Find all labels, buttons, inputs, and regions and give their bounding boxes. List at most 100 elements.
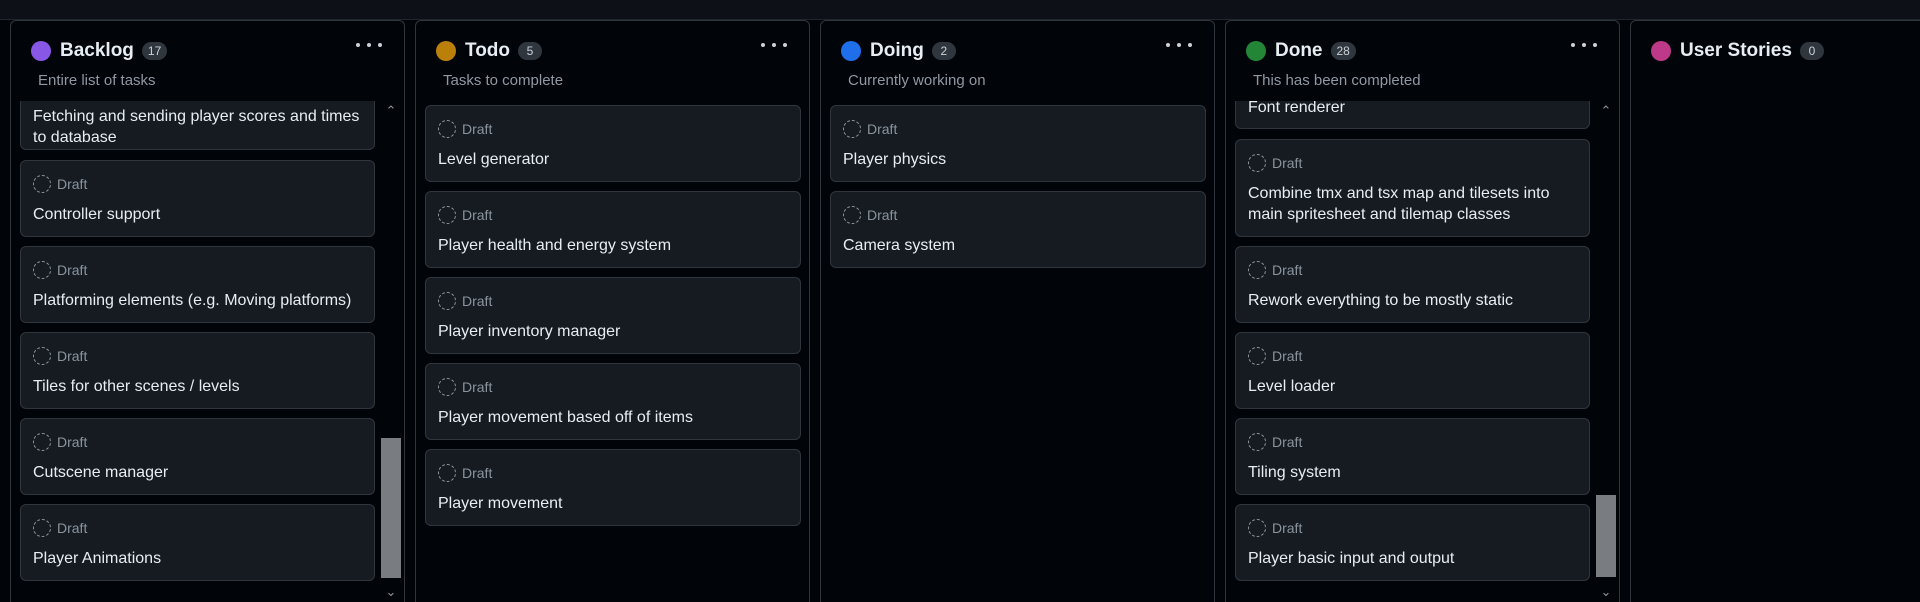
chevron-up-icon[interactable]: ⌃ xyxy=(381,101,401,121)
column-title: Doing xyxy=(870,40,924,61)
item-card[interactable]: Draft Player inventory manager xyxy=(425,277,801,354)
column-backlog: Backlog 17 Entire list of tasks Fetching… xyxy=(10,20,405,602)
column-menu-button[interactable] xyxy=(761,35,787,55)
item-card[interactable]: Draft Player basic input and output xyxy=(1235,504,1590,581)
card-title[interactable]: Fetching and sending player scores and t… xyxy=(33,106,362,148)
card-title[interactable]: Player health and energy system xyxy=(438,235,788,256)
chevron-down-icon[interactable]: ⌄ xyxy=(1596,582,1616,602)
dashed-circle-icon xyxy=(843,120,861,138)
card-title[interactable]: Tiling system xyxy=(1248,462,1577,483)
dashed-circle-icon xyxy=(438,292,456,310)
column-description: Currently working on xyxy=(848,72,986,89)
status-color-icon xyxy=(1651,41,1671,61)
card-title[interactable]: Rework everything to be mostly static xyxy=(1248,290,1577,311)
scroll-track[interactable] xyxy=(1596,121,1616,582)
draft-label: Draft xyxy=(57,434,88,450)
dashed-circle-icon xyxy=(33,433,51,451)
dashed-circle-icon xyxy=(1248,347,1266,365)
column-header: User Stories 0 xyxy=(1631,21,1920,101)
card-title[interactable]: Player Animations xyxy=(33,548,362,569)
item-card[interactable]: Draft Controller support xyxy=(20,160,375,237)
card-title[interactable]: Player physics xyxy=(843,149,1193,170)
dashed-circle-icon xyxy=(33,175,51,193)
draft-label: Draft xyxy=(1272,348,1303,364)
draft-label: Draft xyxy=(1272,520,1303,536)
card-title[interactable]: Controller support xyxy=(33,204,362,225)
column-menu-button[interactable] xyxy=(356,35,382,55)
column-header: Doing 2 Currently working on xyxy=(821,21,1214,101)
item-card[interactable]: Draft Player physics xyxy=(830,105,1206,182)
chevron-up-icon[interactable]: ⌃ xyxy=(1596,101,1616,121)
column-title: Todo xyxy=(465,40,511,61)
draft-label: Draft xyxy=(57,262,88,278)
item-card[interactable]: Draft Rework everything to be mostly sta… xyxy=(1235,246,1590,323)
dashed-circle-icon xyxy=(33,261,51,279)
card-title[interactable]: Combine tmx and tsx map and tilesets int… xyxy=(1248,183,1577,225)
column-header: Todo 5 Tasks to complete xyxy=(416,21,809,101)
column-description: Entire list of tasks xyxy=(38,72,156,89)
dashed-circle-icon xyxy=(1248,433,1266,451)
card-title[interactable]: Platforming elements (e.g. Moving platfo… xyxy=(33,290,362,311)
card-title[interactable]: Level generator xyxy=(438,149,788,170)
item-card[interactable]: Font renderer xyxy=(1235,101,1590,129)
card-title[interactable]: Level loader xyxy=(1248,376,1577,397)
kebab-menu-icon xyxy=(761,43,765,47)
column-scrollbar[interactable]: ⌃ ⌄ xyxy=(381,101,401,602)
card-title[interactable]: Player movement based off of items xyxy=(438,407,788,428)
draft-label: Draft xyxy=(462,379,493,395)
item-card[interactable]: Draft Level generator xyxy=(425,105,801,182)
dashed-circle-icon xyxy=(438,120,456,138)
status-color-icon xyxy=(841,41,861,61)
item-card[interactable]: Draft Cutscene manager xyxy=(20,418,375,495)
draft-label: Draft xyxy=(867,207,898,223)
draft-label: Draft xyxy=(1272,262,1303,278)
status-color-icon xyxy=(1246,41,1266,61)
item-card[interactable]: Draft Player movement xyxy=(425,449,801,526)
dashed-circle-icon xyxy=(1248,261,1266,279)
draft-label: Draft xyxy=(57,348,88,364)
dashed-circle-icon xyxy=(438,206,456,224)
scroll-thumb[interactable] xyxy=(381,438,401,578)
card-title[interactable]: Camera system xyxy=(843,235,1193,256)
dashed-circle-icon xyxy=(33,519,51,537)
card-title[interactable]: Player basic input and output xyxy=(1248,548,1577,569)
card-title[interactable]: Font renderer xyxy=(1248,101,1577,118)
column-scrollbar[interactable]: ⌃ ⌄ xyxy=(1596,101,1616,602)
item-card[interactable]: Draft Player Animations xyxy=(20,504,375,581)
top-bar xyxy=(0,0,1920,20)
item-card[interactable]: Draft Player movement based off of items xyxy=(425,363,801,440)
item-card[interactable]: Draft Player health and energy system xyxy=(425,191,801,268)
item-card[interactable]: Draft Platforming elements (e.g. Moving … xyxy=(20,246,375,323)
dashed-circle-icon xyxy=(1248,154,1266,172)
column-items: Font renderer Draft Combine tmx and tsx … xyxy=(1226,101,1619,602)
column-items: Draft Level generator Draft Player healt… xyxy=(416,101,809,602)
card-title[interactable]: Player movement xyxy=(438,493,788,514)
item-card[interactable]: Draft Level loader xyxy=(1235,332,1590,409)
status-color-icon xyxy=(31,41,51,61)
item-card[interactable]: Draft Camera system xyxy=(830,191,1206,268)
scroll-thumb[interactable] xyxy=(1596,495,1616,577)
item-count-badge: 0 xyxy=(1799,42,1824,60)
column-items xyxy=(1631,101,1920,602)
card-title[interactable]: Player inventory manager xyxy=(438,321,788,342)
item-card[interactable]: Draft Tiling system xyxy=(1235,418,1590,495)
column-menu-button[interactable] xyxy=(1166,35,1192,55)
draft-label: Draft xyxy=(462,121,493,137)
column-doing: Doing 2 Currently working on Draft Playe… xyxy=(820,20,1215,602)
column-title: Done xyxy=(1275,40,1323,61)
card-title[interactable]: Tiles for other scenes / levels xyxy=(33,376,362,397)
item-card[interactable]: Draft Combine tmx and tsx map and tilese… xyxy=(1235,139,1590,237)
column-title: User Stories xyxy=(1680,40,1792,61)
column-header: Backlog 17 Entire list of tasks xyxy=(11,21,404,101)
draft-label: Draft xyxy=(462,293,493,309)
card-title[interactable]: Cutscene manager xyxy=(33,462,362,483)
column-description: This has been completed xyxy=(1253,72,1421,89)
chevron-down-icon[interactable]: ⌄ xyxy=(381,582,401,602)
item-card[interactable]: Draft Tiles for other scenes / levels xyxy=(20,332,375,409)
column-menu-button[interactable] xyxy=(1571,35,1597,55)
draft-label: Draft xyxy=(1272,434,1303,450)
item-card[interactable]: Fetching and sending player scores and t… xyxy=(20,101,375,150)
column-description: Tasks to complete xyxy=(443,72,564,89)
dashed-circle-icon xyxy=(33,347,51,365)
scroll-track[interactable] xyxy=(381,121,401,582)
